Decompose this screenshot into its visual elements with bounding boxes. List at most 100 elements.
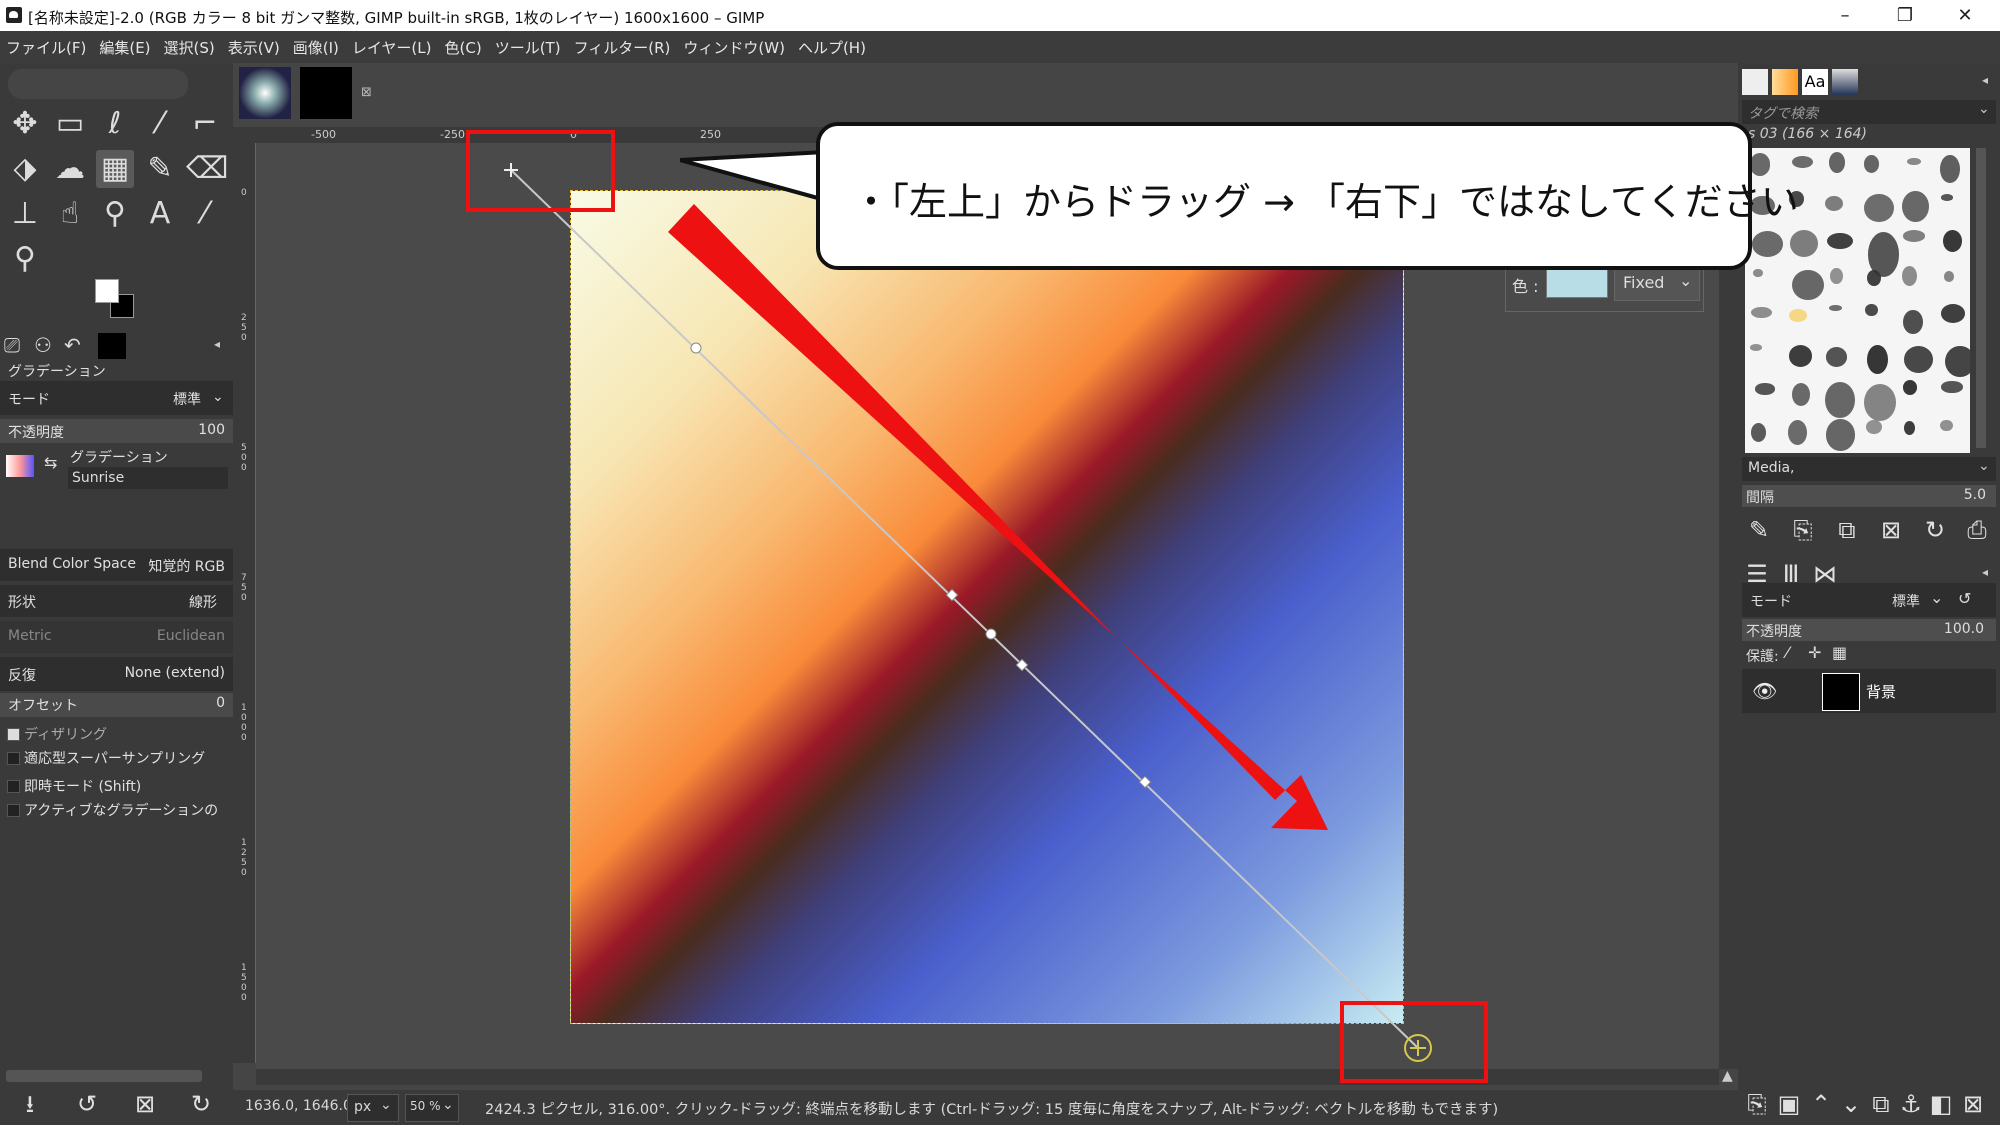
brush-tag-field[interactable]: Media, ⌄ <box>1742 457 1996 481</box>
duplicate-brush-icon[interactable]: ⧉ <box>1832 515 1862 545</box>
layer-row[interactable]: 👁 背景 <box>1742 669 1996 713</box>
brush-thumbnail[interactable] <box>1902 380 1918 395</box>
shape-select[interactable]: 形状 線形 <box>0 585 233 617</box>
brush-thumbnail[interactable] <box>1902 230 1926 242</box>
opacity-slider[interactable]: 不透明度 100 <box>0 419 233 443</box>
brush-thumbnail[interactable] <box>1751 230 1783 257</box>
menu-filters[interactable]: フィルター(R) <box>574 37 671 58</box>
brush-thumbnail[interactable] <box>1940 420 1953 432</box>
menu-layer[interactable]: レイヤー(L) <box>352 37 432 58</box>
dock-menu-icon[interactable]: ◂ <box>1982 73 1988 87</box>
brush-thumbnail[interactable] <box>1750 306 1772 319</box>
brush-thumbnail[interactable] <box>1750 343 1762 351</box>
menu-tools[interactable]: ツール(T) <box>495 37 561 58</box>
color-picker-tool-icon[interactable]: ⁄ <box>186 195 224 233</box>
brush-thumbnail[interactable] <box>1825 347 1848 368</box>
brush-thumbnail[interactable] <box>1750 423 1766 443</box>
save-options-icon[interactable]: ⭳ <box>15 1089 45 1119</box>
eraser-tool-icon[interactable]: ⌫ <box>186 150 228 188</box>
warp-tool-icon[interactable]: ☁ <box>51 150 89 188</box>
device-status-tab-icon[interactable]: ⚇ <box>34 333 52 357</box>
brush-tag-search[interactable]: タグで検索 ⌄ <box>1742 100 1996 124</box>
brush-thumbnail[interactable] <box>1792 155 1814 168</box>
checked-icon[interactable] <box>7 728 20 741</box>
reverse-gradient-icon[interactable]: ⇆ <box>44 453 57 472</box>
smudge-tool-icon[interactable]: ☝ <box>51 195 89 233</box>
rect-select-tool-icon[interactable]: ▭ <box>51 105 89 143</box>
fonts-tab-icon[interactable]: Aa <box>1802 69 1828 95</box>
menu-edit[interactable]: 編集(E) <box>99 37 150 58</box>
tool-options-tab-icon[interactable]: ⎚ <box>4 333 20 357</box>
brush-spacing-slider[interactable]: 間隔 5.0 <box>1742 485 1996 507</box>
minimize-button[interactable]: – <box>1815 0 1875 31</box>
offset-slider[interactable]: オフセット 0 <box>0 693 233 717</box>
active-gradient-checkbox[interactable]: アクティブなグラデーションの <box>0 795 233 823</box>
composite-mode-icon[interactable]: ↺ <box>1958 589 1971 608</box>
navigate-icon[interactable]: ▲ <box>1722 1068 1733 1084</box>
brush-thumbnail[interactable] <box>1791 383 1811 407</box>
delete-brush-icon[interactable]: ⊠ <box>1876 515 1906 545</box>
refresh-brushes-icon[interactable]: ↻ <box>1920 515 1950 545</box>
move-tool-icon[interactable]: ✥ <box>6 105 44 143</box>
gradient-preview-icon[interactable] <box>6 455 34 477</box>
brush-thumbnail[interactable] <box>1906 157 1921 166</box>
layer-mode-select[interactable]: モード 標準 ⌄ ↺ <box>1742 583 1996 617</box>
raise-layer-icon[interactable]: ⌃ <box>1806 1089 1836 1119</box>
menu-view[interactable]: 表示(V) <box>228 37 280 58</box>
images-tab-icon[interactable] <box>98 333 126 359</box>
open-brush-as-image-icon[interactable]: ⎙ <box>1962 515 1992 545</box>
lower-layer-icon[interactable]: ⌄ <box>1836 1089 1866 1119</box>
brush-thumbnail[interactable] <box>1943 229 1963 252</box>
brush-thumbnail[interactable] <box>1903 421 1916 436</box>
brush-thumbnail[interactable] <box>1789 345 1813 368</box>
lock-pixels-icon[interactable]: ⁄ <box>1786 643 1789 662</box>
menu-image[interactable]: 画像(I) <box>293 37 339 58</box>
transform-tool-icon[interactable]: ⬗ <box>6 150 44 188</box>
duplicate-layer-icon[interactable]: ⧉ <box>1866 1089 1896 1119</box>
brush-thumbnail[interactable] <box>1788 420 1807 445</box>
toolbox-scrollbar[interactable] <box>6 1070 202 1082</box>
dock-menu-icon[interactable]: ◂ <box>1982 565 1988 579</box>
brush-thumbnail[interactable] <box>1825 195 1844 211</box>
gradient-tool-icon[interactable]: ▦ <box>96 150 134 188</box>
undo-history-tab-icon[interactable]: ↶ <box>64 333 81 357</box>
brush-thumbnail[interactable] <box>1941 381 1963 393</box>
new-layer-group-icon[interactable]: ▣ <box>1774 1089 1804 1119</box>
brush-thumbnail[interactable] <box>1902 266 1918 287</box>
image-thumbnail-1[interactable] <box>239 67 291 119</box>
gradient-name-field[interactable]: Sunrise <box>68 467 228 489</box>
brush-thumbnail[interactable] <box>1866 419 1882 434</box>
lasso-tool-icon[interactable]: ℓ <box>96 105 134 143</box>
clone-tool-icon[interactable]: ⊥ <box>6 195 44 233</box>
path-tool-icon[interactable]: ⚲ <box>96 195 134 233</box>
brush-thumbnail[interactable] <box>1828 304 1843 312</box>
mode-select[interactable]: モード 標準 ⌄ <box>0 381 233 415</box>
brush-thumbnail[interactable] <box>1864 193 1894 223</box>
brush-thumbnail[interactable] <box>1865 304 1878 317</box>
brush-thumbnail[interactable] <box>1903 346 1934 374</box>
brush-thumbnail[interactable] <box>1825 382 1855 419</box>
brush-grid-scrollbar[interactable] <box>1976 148 1986 448</box>
brush-thumbnail[interactable] <box>1941 304 1966 323</box>
adaptive-supersampling-checkbox[interactable]: 適応型スーパーサンプリング <box>0 743 233 771</box>
menu-windows[interactable]: ウィンドウ(W) <box>683 37 785 58</box>
brush-thumbnail[interactable] <box>1867 269 1881 287</box>
anchor-layer-icon[interactable]: ⚓ <box>1896 1089 1926 1119</box>
brush-thumbnail[interactable] <box>1944 345 1970 378</box>
brush-thumbnail[interactable] <box>1828 152 1846 174</box>
new-layer-icon[interactable]: ⎘ <box>1742 1089 1772 1119</box>
new-brush-icon[interactable]: ⎘ <box>1788 515 1818 545</box>
brush-thumbnail[interactable] <box>1752 268 1763 278</box>
zoom-tool-icon[interactable]: ⚲ <box>6 240 44 278</box>
fg-bg-color-swatches[interactable] <box>95 279 140 324</box>
color-mode-select[interactable]: Fixed ⌄ <box>1614 265 1700 301</box>
delete-layer-icon[interactable]: ⊠ <box>1958 1089 1988 1119</box>
edit-brush-icon[interactable]: ✎ <box>1744 515 1774 545</box>
gradient-canvas-image[interactable] <box>570 190 1404 1024</box>
brush-thumbnail[interactable] <box>1792 269 1824 300</box>
vertical-scrollbar[interactable] <box>1719 143 1738 1069</box>
fuzzy-select-tool-icon[interactable]: ⁄ <box>141 105 179 143</box>
maximize-button[interactable]: ❐ <box>1875 0 1935 31</box>
gradient-selector[interactable]: ⇆ グラデーション Sunrise <box>0 445 233 491</box>
mask-layer-icon[interactable]: ◧ <box>1926 1089 1956 1119</box>
